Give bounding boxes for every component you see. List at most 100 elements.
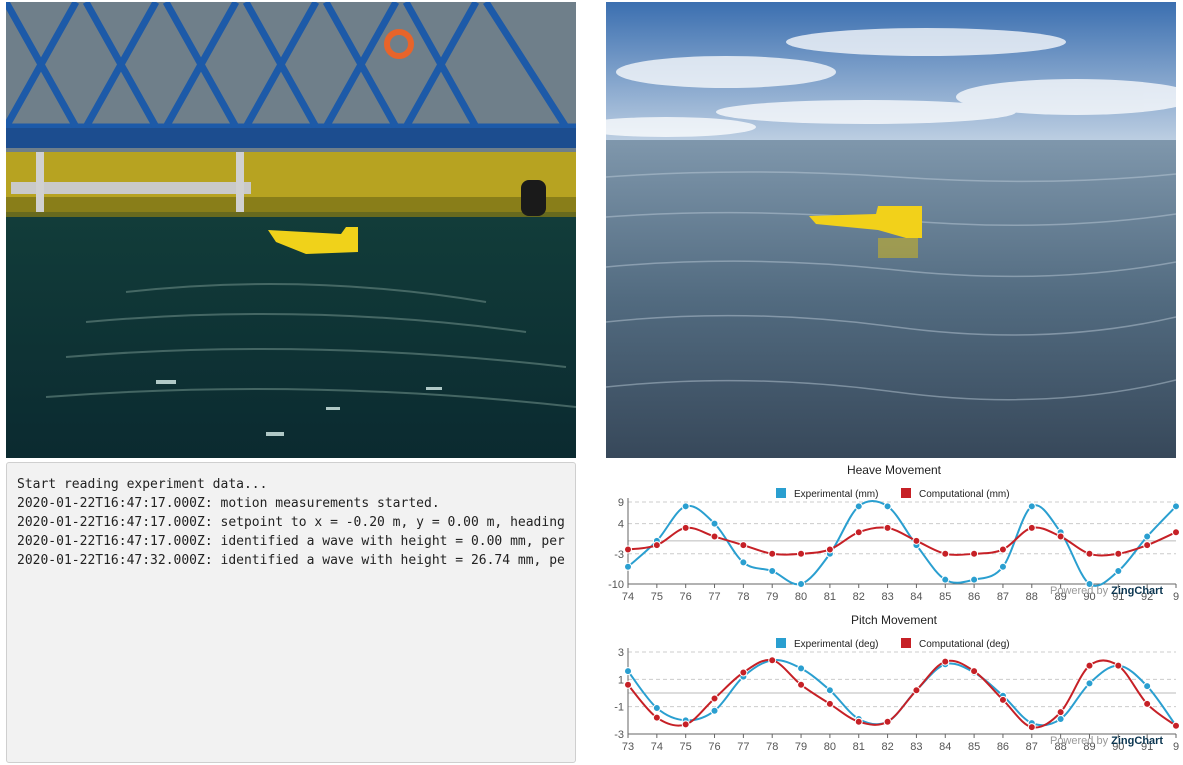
heave-data-point[interactable]	[883, 502, 892, 511]
heave-data-point[interactable]	[998, 562, 1007, 571]
pitch-legend-swatch[interactable]	[776, 638, 786, 648]
heave-xtick-label: 82	[853, 591, 865, 603]
pitch-data-point[interactable]	[912, 686, 921, 695]
pitch-data-point[interactable]	[941, 657, 950, 666]
heave-ytick-label: -3	[614, 549, 624, 561]
pitch-data-point[interactable]	[1085, 661, 1094, 670]
heave-data-point[interactable]	[854, 528, 863, 537]
simulation-render	[606, 2, 1176, 458]
pitch-data-point[interactable]	[998, 695, 1007, 704]
pitch-xtick-label: 82	[881, 741, 893, 753]
pitch-chart[interactable]: Pitch Movement Experimental (deg) Computat…	[606, 612, 1182, 762]
heave-legend-swatch[interactable]	[776, 488, 786, 498]
heave-data-point[interactable]	[1056, 532, 1065, 541]
pitch-xtick-label: 9	[1173, 741, 1179, 753]
heave-xtick-label: 84	[910, 591, 922, 603]
pitch-data-point[interactable]	[883, 717, 892, 726]
pitch-data-point[interactable]	[825, 686, 834, 695]
pitch-data-point[interactable]	[652, 704, 661, 713]
heave-powered-by[interactable]: Powered by ZingChart	[1050, 585, 1163, 597]
heave-data-point[interactable]	[1143, 541, 1152, 550]
pitch-powered-by[interactable]: Powered by ZingChart	[1050, 735, 1163, 747]
pitch-data-point[interactable]	[854, 717, 863, 726]
heave-data-point[interactable]	[1172, 528, 1180, 537]
tank-photo	[6, 2, 576, 458]
heave-data-point[interactable]	[797, 580, 806, 588]
pitch-data-point[interactable]	[624, 667, 632, 676]
pitch-xtick-label: 78	[766, 741, 778, 753]
pitch-legend-label[interactable]: Experimental (deg)	[794, 639, 878, 650]
pitch-legend-label[interactable]: Computational (deg)	[919, 639, 1010, 650]
pitch-data-point[interactable]	[1027, 723, 1036, 732]
heave-data-point[interactable]	[1027, 523, 1036, 532]
pitch-data-point[interactable]	[1172, 721, 1180, 730]
pitch-data-point[interactable]	[1056, 708, 1065, 717]
pitch-data-point[interactable]	[1085, 679, 1094, 688]
pitch-xtick-label: 77	[737, 741, 749, 753]
heave-legend-swatch[interactable]	[901, 488, 911, 498]
heave-data-point[interactable]	[941, 549, 950, 558]
heave-legend-label[interactable]: Experimental (mm)	[794, 489, 878, 500]
heave-data-point[interactable]	[854, 502, 863, 511]
heave-data-point[interactable]	[1027, 502, 1036, 511]
heave-chart[interactable]: Heave Movement Experimental (mm) Computati…	[606, 462, 1182, 612]
heave-data-point[interactable]	[710, 519, 719, 528]
heave-data-point[interactable]	[624, 562, 632, 571]
pitch-legend-swatch[interactable]	[901, 638, 911, 648]
pitch-data-point[interactable]	[1143, 699, 1152, 708]
pitch-ytick-label: 3	[618, 647, 624, 659]
heave-data-point[interactable]	[797, 549, 806, 558]
pitch-data-point[interactable]	[624, 680, 632, 689]
heave-data-point[interactable]	[739, 541, 748, 550]
pitch-xtick-label: 80	[824, 741, 836, 753]
pitch-data-point[interactable]	[825, 699, 834, 708]
heave-data-point[interactable]	[1114, 567, 1123, 576]
heave-ytick-label: -10	[608, 579, 624, 591]
pitch-data-point[interactable]	[1143, 682, 1152, 691]
pitch-data-point[interactable]	[710, 694, 719, 703]
pitch-data-point[interactable]	[652, 713, 661, 722]
pitch-data-point[interactable]	[970, 667, 979, 676]
pitch-xtick-label: 75	[680, 741, 692, 753]
log-line: Start reading experiment data...	[17, 477, 268, 492]
pitch-chart-title: Pitch Movement	[851, 613, 938, 627]
heave-data-point[interactable]	[652, 541, 661, 550]
pitch-data-point[interactable]	[797, 664, 806, 673]
heave-data-point[interactable]	[710, 532, 719, 541]
pitch-data-point[interactable]	[710, 706, 719, 715]
heave-data-point[interactable]	[624, 545, 632, 554]
heave-data-point[interactable]	[1114, 549, 1123, 558]
heave-data-point[interactable]	[883, 523, 892, 532]
pitch-data-point[interactable]	[1056, 714, 1065, 723]
heave-legend-label[interactable]: Computational (mm)	[919, 489, 1010, 500]
heave-data-point[interactable]	[739, 558, 748, 567]
heave-data-point[interactable]	[1143, 532, 1152, 541]
heave-data-point[interactable]	[768, 567, 777, 576]
experiment-log-console[interactable]: Start reading experiment data... 2020-01…	[6, 462, 576, 763]
heave-data-point[interactable]	[681, 502, 690, 511]
heave-data-point[interactable]	[941, 575, 950, 584]
heave-xtick-label: 9	[1173, 591, 1179, 603]
heave-series-line	[627, 526, 1177, 557]
pitch-data-point[interactable]	[739, 668, 748, 677]
heave-data-point[interactable]	[1085, 549, 1094, 558]
pitch-data-point[interactable]	[1114, 661, 1123, 670]
pitch-xtick-label: 86	[997, 741, 1009, 753]
heave-xtick-label: 86	[968, 591, 980, 603]
heave-data-point[interactable]	[1172, 502, 1180, 511]
pitch-ytick-label: 1	[618, 674, 624, 686]
pitch-data-point[interactable]	[768, 656, 777, 665]
pitch-data-point[interactable]	[681, 720, 690, 729]
heave-data-point[interactable]	[970, 575, 979, 584]
heave-data-point[interactable]	[768, 549, 777, 558]
pitch-xtick-label: 81	[853, 741, 865, 753]
pitch-xtick-label: 73	[622, 741, 634, 753]
heave-data-point[interactable]	[912, 536, 921, 545]
heave-data-point[interactable]	[970, 549, 979, 558]
heave-data-point[interactable]	[825, 545, 834, 554]
heave-data-point[interactable]	[681, 523, 690, 532]
heave-xtick-label: 74	[622, 591, 634, 603]
heave-data-point[interactable]	[998, 545, 1007, 554]
pitch-xtick-label: 87	[1026, 741, 1038, 753]
pitch-data-point[interactable]	[797, 680, 806, 689]
